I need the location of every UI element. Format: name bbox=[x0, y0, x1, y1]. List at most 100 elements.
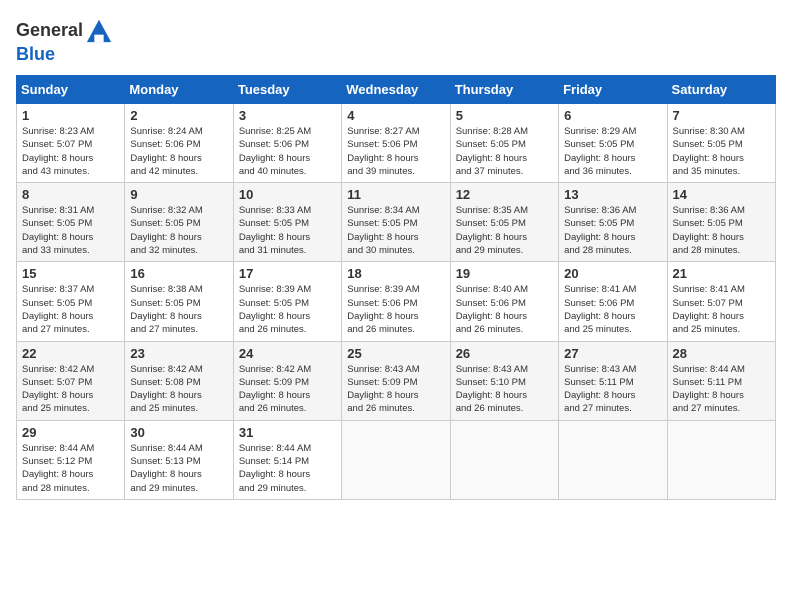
day-number: 11 bbox=[347, 187, 444, 202]
calendar-cell: 19 Sunrise: 8:40 AMSunset: 5:06 PMDayligh… bbox=[450, 262, 558, 341]
day-number: 22 bbox=[22, 346, 119, 361]
calendar-cell: 25 Sunrise: 8:43 AMSunset: 5:09 PMDayligh… bbox=[342, 341, 450, 420]
day-info: Sunrise: 8:42 AMSunset: 5:09 PMDaylight:… bbox=[239, 363, 336, 416]
day-number: 19 bbox=[456, 266, 553, 281]
day-number: 5 bbox=[456, 108, 553, 123]
calendar-table: SundayMondayTuesdayWednesdayThursdayFrid… bbox=[16, 75, 776, 500]
day-info: Sunrise: 8:41 AMSunset: 5:07 PMDaylight:… bbox=[673, 283, 770, 336]
calendar-cell: 30 Sunrise: 8:44 AMSunset: 5:13 PMDayligh… bbox=[125, 420, 233, 499]
day-number: 9 bbox=[130, 187, 227, 202]
calendar-cell: 7 Sunrise: 8:30 AMSunset: 5:05 PMDaylight… bbox=[667, 104, 775, 183]
calendar-cell: 11 Sunrise: 8:34 AMSunset: 5:05 PMDayligh… bbox=[342, 183, 450, 262]
calendar-cell: 22 Sunrise: 8:42 AMSunset: 5:07 PMDayligh… bbox=[17, 341, 125, 420]
day-number: 27 bbox=[564, 346, 661, 361]
day-info: Sunrise: 8:28 AMSunset: 5:05 PMDaylight:… bbox=[456, 125, 553, 178]
day-info: Sunrise: 8:43 AMSunset: 5:10 PMDaylight:… bbox=[456, 363, 553, 416]
day-number: 21 bbox=[673, 266, 770, 281]
day-number: 8 bbox=[22, 187, 119, 202]
calendar-cell: 1Sunrise: 8:23 AMSunset: 5:07 PMDaylight… bbox=[17, 104, 125, 183]
calendar-cell: 18 Sunrise: 8:39 AMSunset: 5:06 PMDayligh… bbox=[342, 262, 450, 341]
calendar-cell: 8 Sunrise: 8:31 AMSunset: 5:05 PMDaylight… bbox=[17, 183, 125, 262]
day-info: Sunrise: 8:44 AMSunset: 5:11 PMDaylight:… bbox=[673, 363, 770, 416]
weekday-header: Monday bbox=[125, 76, 233, 104]
day-info: Sunrise: 8:37 AMSunset: 5:05 PMDaylight:… bbox=[22, 283, 119, 336]
day-info: Sunrise: 8:33 AMSunset: 5:05 PMDaylight:… bbox=[239, 204, 336, 257]
day-number: 3 bbox=[239, 108, 336, 123]
calendar-cell: 23Sunrise: 8:42 AMSunset: 5:08 PMDayligh… bbox=[125, 341, 233, 420]
calendar-cell: 13 Sunrise: 8:36 AMSunset: 5:05 PMDayligh… bbox=[559, 183, 667, 262]
page-header: General Blue bbox=[16, 16, 776, 65]
day-info: Sunrise: 8:41 AMSunset: 5:06 PMDaylight:… bbox=[564, 283, 661, 336]
day-number: 14 bbox=[673, 187, 770, 202]
day-info: Sunrise: 8:40 AMSunset: 5:06 PMDaylight:… bbox=[456, 283, 553, 336]
day-number: 29 bbox=[22, 425, 119, 440]
day-info: Sunrise: 8:29 AMSunset: 5:05 PMDaylight:… bbox=[564, 125, 661, 178]
day-number: 24 bbox=[239, 346, 336, 361]
day-info: Sunrise: 8:42 AMSunset: 5:07 PMDaylight:… bbox=[22, 363, 119, 416]
day-number: 18 bbox=[347, 266, 444, 281]
day-info: Sunrise: 8:36 AMSunset: 5:05 PMDaylight:… bbox=[564, 204, 661, 257]
weekday-header: Wednesday bbox=[342, 76, 450, 104]
day-info: Sunrise: 8:44 AMSunset: 5:14 PMDaylight:… bbox=[239, 442, 336, 495]
day-number: 25 bbox=[347, 346, 444, 361]
calendar-cell: 29 Sunrise: 8:44 AMSunset: 5:12 PMDayligh… bbox=[17, 420, 125, 499]
calendar-cell: 9 Sunrise: 8:32 AMSunset: 5:05 PMDaylight… bbox=[125, 183, 233, 262]
day-number: 31 bbox=[239, 425, 336, 440]
day-info: Sunrise: 8:34 AMSunset: 5:05 PMDaylight:… bbox=[347, 204, 444, 257]
day-number: 7 bbox=[673, 108, 770, 123]
day-number: 12 bbox=[456, 187, 553, 202]
day-number: 15 bbox=[22, 266, 119, 281]
day-info: Sunrise: 8:44 AMSunset: 5:13 PMDaylight:… bbox=[130, 442, 227, 495]
calendar-cell bbox=[667, 420, 775, 499]
calendar-cell: 3 Sunrise: 8:25 AMSunset: 5:06 PMDaylight… bbox=[233, 104, 341, 183]
day-info: Sunrise: 8:30 AMSunset: 5:05 PMDaylight:… bbox=[673, 125, 770, 178]
day-number: 2 bbox=[130, 108, 227, 123]
weekday-header: Saturday bbox=[667, 76, 775, 104]
logo-general: General bbox=[16, 20, 83, 41]
calendar-cell: 16 Sunrise: 8:38 AMSunset: 5:05 PMDayligh… bbox=[125, 262, 233, 341]
day-number: 30 bbox=[130, 425, 227, 440]
weekday-header: Thursday bbox=[450, 76, 558, 104]
calendar-cell: 5 Sunrise: 8:28 AMSunset: 5:05 PMDaylight… bbox=[450, 104, 558, 183]
calendar-cell: 14 Sunrise: 8:36 AMSunset: 5:05 PMDayligh… bbox=[667, 183, 775, 262]
calendar-cell: 2 Sunrise: 8:24 AMSunset: 5:06 PMDaylight… bbox=[125, 104, 233, 183]
weekday-header: Sunday bbox=[17, 76, 125, 104]
day-number: 4 bbox=[347, 108, 444, 123]
calendar-cell bbox=[559, 420, 667, 499]
day-number: 20 bbox=[564, 266, 661, 281]
day-info: Sunrise: 8:39 AMSunset: 5:06 PMDaylight:… bbox=[347, 283, 444, 336]
calendar-cell: 31 Sunrise: 8:44 AMSunset: 5:14 PMDayligh… bbox=[233, 420, 341, 499]
day-info: Sunrise: 8:31 AMSunset: 5:05 PMDaylight:… bbox=[22, 204, 119, 257]
day-info: Sunrise: 8:44 AMSunset: 5:12 PMDaylight:… bbox=[22, 442, 119, 495]
day-number: 13 bbox=[564, 187, 661, 202]
day-info: Sunrise: 8:24 AMSunset: 5:06 PMDaylight:… bbox=[130, 125, 227, 178]
day-number: 28 bbox=[673, 346, 770, 361]
logo: General Blue bbox=[16, 16, 113, 65]
calendar-cell: 20 Sunrise: 8:41 AMSunset: 5:06 PMDayligh… bbox=[559, 262, 667, 341]
calendar-cell: 6 Sunrise: 8:29 AMSunset: 5:05 PMDaylight… bbox=[559, 104, 667, 183]
logo-blue: Blue bbox=[16, 44, 55, 64]
calendar-cell: 4 Sunrise: 8:27 AMSunset: 5:06 PMDaylight… bbox=[342, 104, 450, 183]
day-number: 26 bbox=[456, 346, 553, 361]
day-number: 16 bbox=[130, 266, 227, 281]
day-info: Sunrise: 8:32 AMSunset: 5:05 PMDaylight:… bbox=[130, 204, 227, 257]
calendar-cell: 27 Sunrise: 8:43 AMSunset: 5:11 PMDayligh… bbox=[559, 341, 667, 420]
day-info: Sunrise: 8:39 AMSunset: 5:05 PMDaylight:… bbox=[239, 283, 336, 336]
day-info: Sunrise: 8:43 AMSunset: 5:11 PMDaylight:… bbox=[564, 363, 661, 416]
calendar-cell: 10Sunrise: 8:33 AMSunset: 5:05 PMDayligh… bbox=[233, 183, 341, 262]
calendar-cell: 28 Sunrise: 8:44 AMSunset: 5:11 PMDayligh… bbox=[667, 341, 775, 420]
weekday-header: Friday bbox=[559, 76, 667, 104]
logo-icon bbox=[85, 16, 113, 44]
calendar-cell: 24 Sunrise: 8:42 AMSunset: 5:09 PMDayligh… bbox=[233, 341, 341, 420]
calendar-cell: 15 Sunrise: 8:37 AMSunset: 5:05 PMDayligh… bbox=[17, 262, 125, 341]
day-info: Sunrise: 8:36 AMSunset: 5:05 PMDaylight:… bbox=[673, 204, 770, 257]
day-number: 17 bbox=[239, 266, 336, 281]
day-info: Sunrise: 8:23 AMSunset: 5:07 PMDaylight:… bbox=[22, 125, 119, 178]
day-info: Sunrise: 8:25 AMSunset: 5:06 PMDaylight:… bbox=[239, 125, 336, 178]
day-info: Sunrise: 8:35 AMSunset: 5:05 PMDaylight:… bbox=[456, 204, 553, 257]
day-info: Sunrise: 8:43 AMSunset: 5:09 PMDaylight:… bbox=[347, 363, 444, 416]
day-number: 6 bbox=[564, 108, 661, 123]
day-info: Sunrise: 8:38 AMSunset: 5:05 PMDaylight:… bbox=[130, 283, 227, 336]
calendar-cell: 12 Sunrise: 8:35 AMSunset: 5:05 PMDayligh… bbox=[450, 183, 558, 262]
day-info: Sunrise: 8:27 AMSunset: 5:06 PMDaylight:… bbox=[347, 125, 444, 178]
